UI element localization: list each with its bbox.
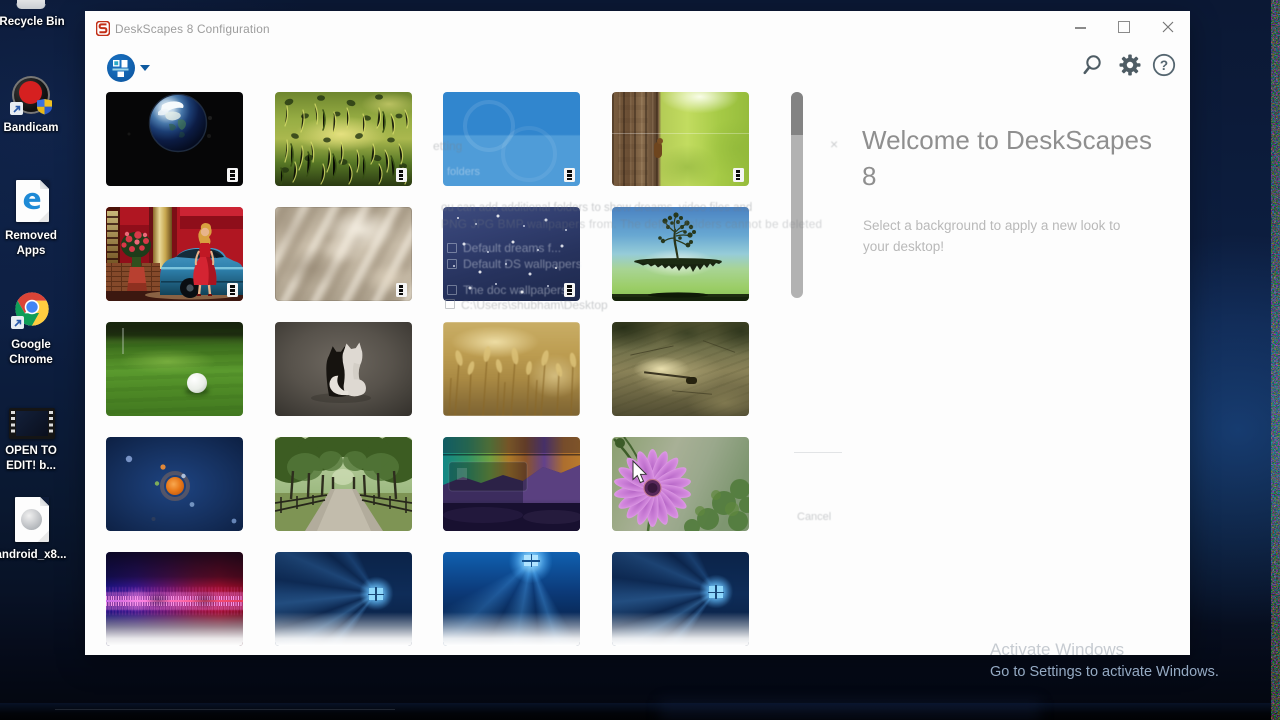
svg-text:?: ? [1160,58,1168,73]
